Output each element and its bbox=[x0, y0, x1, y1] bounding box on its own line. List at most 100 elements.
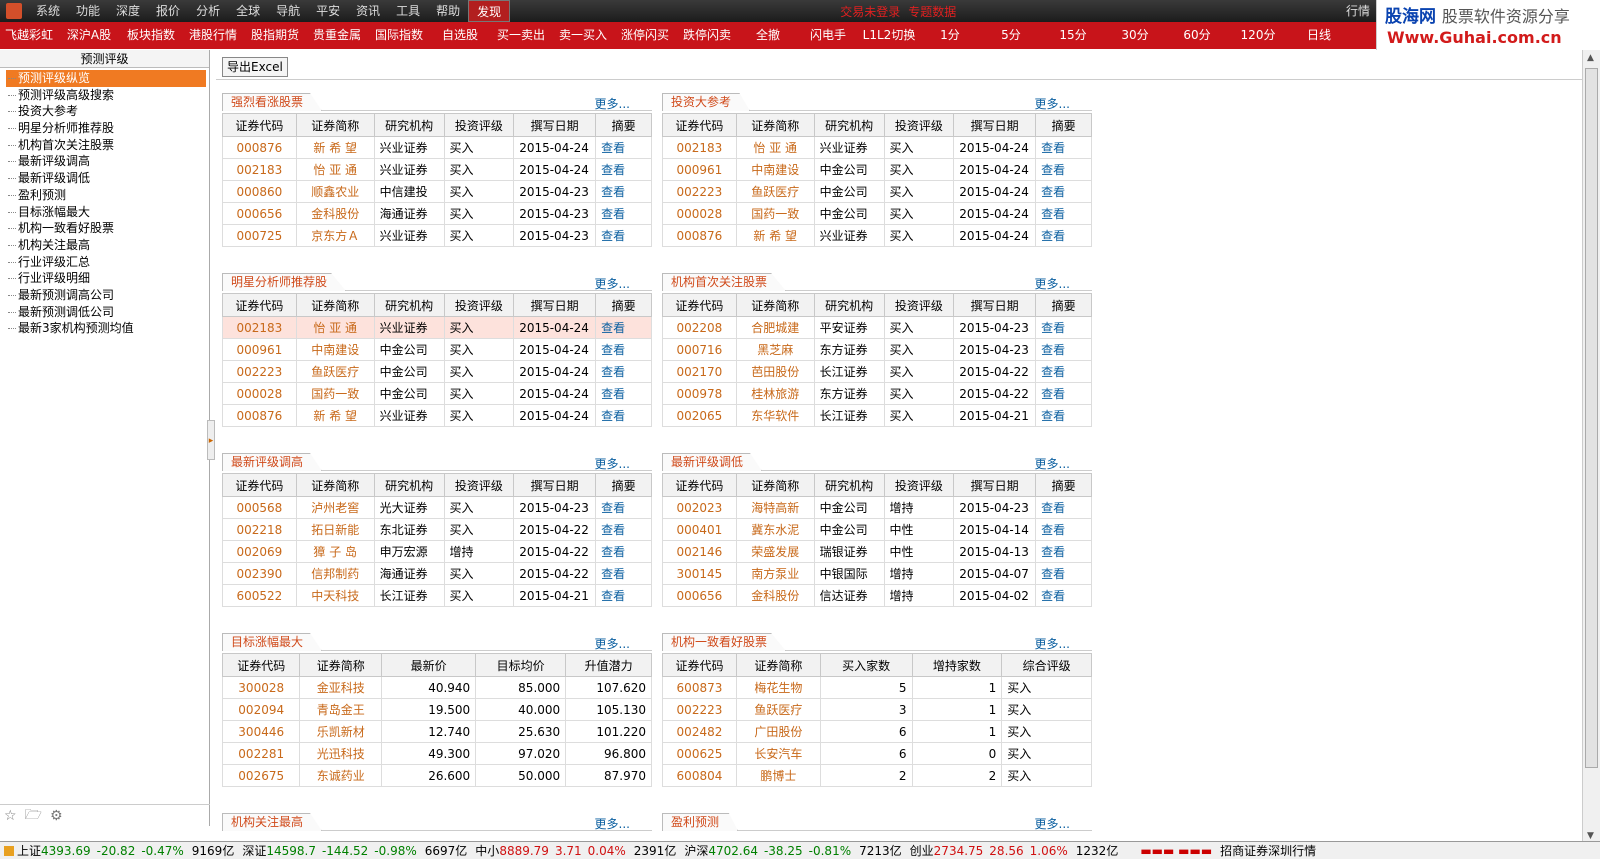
stock-code[interactable]: 000028 bbox=[222, 382, 297, 405]
stock-code[interactable]: 000725 bbox=[222, 224, 297, 247]
view-link[interactable]: 查看 bbox=[595, 360, 652, 383]
table-row[interactable]: 002482 广田股份 6 1 买入 bbox=[662, 720, 1092, 743]
view-link[interactable]: 查看 bbox=[1035, 202, 1092, 225]
table-row[interactable]: 002183 怡 亚 通兴业证券 买入 2015-04-24 查看 bbox=[222, 158, 652, 181]
view-link[interactable]: 查看 bbox=[1035, 518, 1092, 541]
view-link[interactable]: 查看 bbox=[1035, 224, 1092, 247]
more-link[interactable]: 更多... bbox=[595, 95, 630, 112]
stock-code[interactable]: 002218 bbox=[222, 518, 297, 541]
stock-name[interactable]: 海特高新 bbox=[735, 496, 815, 519]
menu-item[interactable]: 全球 bbox=[228, 0, 268, 22]
more-link[interactable]: 更多... bbox=[1035, 95, 1070, 112]
toolbar-button[interactable]: 板块指数 bbox=[120, 22, 182, 49]
table-row[interactable]: 000725 京东方Ａ 兴业证券 买入 2015-04-23 查看 bbox=[222, 224, 652, 247]
view-link[interactable]: 查看 bbox=[1035, 136, 1092, 159]
menu-item[interactable]: 功能 bbox=[68, 0, 108, 22]
column-header[interactable]: 投资评级 bbox=[883, 293, 955, 317]
view-link[interactable]: 查看 bbox=[595, 562, 652, 585]
column-header[interactable]: 证券简称 bbox=[735, 473, 815, 497]
panel-title-tab[interactable]: 强烈看涨股票 bbox=[222, 93, 323, 111]
more-link[interactable]: 更多... bbox=[595, 815, 630, 832]
nav-tree-item[interactable]: 盈利预测 bbox=[6, 187, 206, 204]
more-link[interactable]: 更多... bbox=[595, 275, 630, 292]
star-icon[interactable]: ☆ bbox=[4, 808, 17, 824]
stock-name[interactable]: 冀东水泥 bbox=[735, 518, 815, 541]
column-header[interactable]: 证券简称 bbox=[735, 293, 815, 317]
column-header[interactable]: 摘要 bbox=[595, 293, 652, 317]
nav-tree-item[interactable]: 目标涨幅最大 bbox=[6, 204, 206, 221]
stock-code[interactable]: 000978 bbox=[662, 382, 737, 405]
table-row[interactable]: 000961 中南建设 中金公司 买入 2015-04-24 查看 bbox=[662, 158, 1092, 181]
stock-name[interactable]: 广田股份 bbox=[735, 720, 821, 743]
table-row[interactable]: 000625 长安汽车 6 0 买入 bbox=[662, 742, 1092, 765]
stock-code[interactable]: 000401 bbox=[662, 518, 737, 541]
menu-item[interactable]: 系统 bbox=[28, 0, 68, 22]
menu-item[interactable]: 分析 bbox=[188, 0, 228, 22]
view-link[interactable]: 查看 bbox=[595, 316, 652, 339]
table-row[interactable]: 002183 怡 亚 通兴业证券 买入 2015-04-24 查看 bbox=[222, 316, 652, 339]
column-header[interactable]: 证券代码 bbox=[222, 473, 297, 497]
view-link[interactable]: 查看 bbox=[595, 338, 652, 361]
view-link[interactable]: 查看 bbox=[595, 404, 652, 427]
stock-name[interactable]: 东华软件 bbox=[735, 404, 815, 427]
view-link[interactable]: 查看 bbox=[595, 136, 652, 159]
index-quote[interactable]: 中小8889.79 3.71 0.04% 2391亿 bbox=[475, 842, 676, 859]
collapse-panel-handle[interactable]: ▸ bbox=[207, 420, 215, 460]
toolbar-button[interactable]: 贵重金属 bbox=[306, 22, 368, 49]
stock-code[interactable]: 000860 bbox=[222, 180, 297, 203]
stock-name[interactable]: 新 希 望 bbox=[295, 136, 375, 159]
view-link[interactable]: 查看 bbox=[595, 202, 652, 225]
stock-code[interactable]: 002069 bbox=[222, 540, 297, 563]
view-link[interactable]: 查看 bbox=[1035, 158, 1092, 181]
column-header[interactable]: 摘要 bbox=[595, 113, 652, 137]
stock-name[interactable]: 国药一致 bbox=[735, 202, 815, 225]
toolbar-button[interactable]: 涨停闪买 bbox=[614, 22, 676, 49]
stock-name[interactable]: 南方泵业 bbox=[735, 562, 815, 585]
toolbar-button[interactable]: 股指期货 bbox=[244, 22, 306, 49]
column-header[interactable]: 增持家数 bbox=[911, 653, 1003, 677]
view-link[interactable]: 查看 bbox=[595, 180, 652, 203]
stock-name[interactable]: 中南建设 bbox=[295, 338, 375, 361]
table-row[interactable]: 000876 新 希 望兴业证券 买入 2015-04-24 查看 bbox=[222, 136, 652, 159]
view-link[interactable]: 查看 bbox=[595, 496, 652, 519]
column-header[interactable]: 研究机构 bbox=[373, 113, 445, 137]
table-row[interactable]: 300028 金亚科技 40.940 85.000 107.620 bbox=[221, 676, 652, 699]
column-header[interactable]: 证券简称 bbox=[735, 113, 815, 137]
menu-item[interactable]: 平安 bbox=[308, 0, 348, 22]
column-header[interactable]: 证券简称 bbox=[735, 653, 821, 677]
toolbar-button[interactable]: 卖一买入 bbox=[552, 22, 614, 49]
stock-name[interactable]: 鱼跃医疗 bbox=[295, 360, 375, 383]
scroll-up-icon[interactable]: ▲ bbox=[1587, 53, 1594, 63]
column-header[interactable]: 证券代码 bbox=[662, 113, 737, 137]
column-header[interactable]: 最新价 bbox=[381, 653, 477, 677]
column-header[interactable]: 投资评级 bbox=[883, 473, 955, 497]
more-link[interactable]: 更多... bbox=[1035, 635, 1070, 652]
view-link[interactable]: 查看 bbox=[595, 518, 652, 541]
stock-code[interactable]: 002223 bbox=[662, 698, 737, 721]
more-link[interactable]: 更多... bbox=[1035, 455, 1070, 472]
column-header[interactable]: 摘要 bbox=[1035, 473, 1092, 497]
view-link[interactable]: 查看 bbox=[595, 540, 652, 563]
toolbar-button[interactable]: 深沪A股 bbox=[58, 22, 120, 49]
table-row[interactable]: 002223 鱼跃医疗 3 1 买入 bbox=[662, 698, 1092, 721]
view-link[interactable]: 查看 bbox=[595, 224, 652, 247]
index-quote[interactable]: 创业2734.75 28.56 1.06% 1232亿 bbox=[910, 842, 1119, 859]
panel-title-tab[interactable]: 最新评级调低 bbox=[662, 453, 763, 471]
nav-tree-item[interactable]: 机构首次关注股票 bbox=[6, 137, 206, 154]
column-header[interactable]: 摘要 bbox=[595, 473, 652, 497]
column-header[interactable]: 升值潜力 bbox=[565, 653, 652, 677]
panel-title-tab[interactable]: 机构一致看好股票 bbox=[662, 633, 787, 651]
table-row[interactable]: 300446 乐凯新材 12.740 25.630 101.220 bbox=[221, 720, 652, 743]
vertical-scrollbar[interactable]: ▲ ▼ bbox=[1582, 50, 1600, 844]
table-row[interactable]: 000876 新 希 望兴业证券 买入 2015-04-24 查看 bbox=[222, 404, 652, 427]
column-header[interactable]: 证券代码 bbox=[222, 113, 297, 137]
more-link[interactable]: 更多... bbox=[595, 455, 630, 472]
trade-login-status[interactable]: 交易未登录 bbox=[840, 3, 900, 20]
panel-title-tab[interactable]: 投资大参考 bbox=[662, 93, 751, 111]
stock-name[interactable]: 泸州老窖 bbox=[295, 496, 375, 519]
panel-title-tab[interactable]: 机构关注最高 bbox=[222, 813, 323, 831]
table-row[interactable]: 000401 冀东水泥 中金公司 中性 2015-04-14 查看 bbox=[662, 518, 1092, 541]
column-header[interactable]: 研究机构 bbox=[373, 293, 445, 317]
toolbar-button[interactable]: 5分 bbox=[980, 22, 1042, 49]
view-link[interactable]: 查看 bbox=[1035, 584, 1092, 607]
